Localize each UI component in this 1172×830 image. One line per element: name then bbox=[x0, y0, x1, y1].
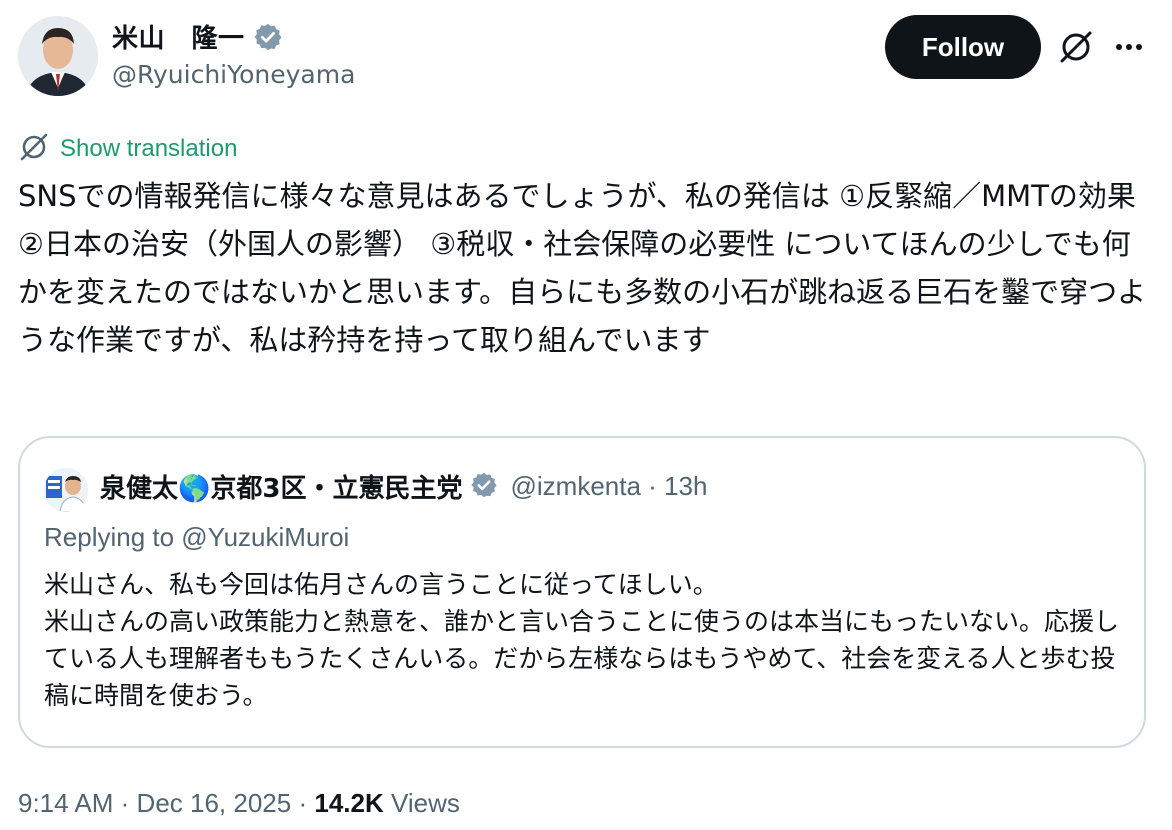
replying-to[interactable]: Replying to @YuzukiMuroi bbox=[44, 522, 349, 553]
author-display-name[interactable]: 米山 隆一 bbox=[112, 18, 245, 55]
views-count: 14.2K bbox=[314, 788, 384, 818]
grok-icon[interactable] bbox=[1057, 28, 1095, 66]
meta-separator-2: · bbox=[298, 788, 308, 818]
quoted-tweet-text: 米山さん、私も今回は佑月さんの言うことに従ってほしい。 米山さんの高い政策能力と… bbox=[44, 570, 1120, 710]
quoted-timestamp[interactable]: 13h bbox=[664, 471, 707, 501]
show-translation[interactable]: Show translation bbox=[18, 131, 237, 167]
views-label: Views bbox=[390, 788, 460, 818]
tweet-time[interactable]: 9:14 AM bbox=[18, 788, 113, 818]
tweet-meta: 9:14 AM · Dec 16, 2025 · 14.2K Views bbox=[18, 788, 460, 819]
quoted-author-avatar bbox=[44, 468, 88, 512]
follow-button[interactable]: Follow bbox=[885, 15, 1041, 79]
quoted-author-name-part2[interactable]: 京都3区・立憲民主党 bbox=[210, 474, 462, 504]
verified-badge-icon[interactable] bbox=[253, 22, 283, 52]
quoted-tweet[interactable]: 泉健太🌎京都3区・立憲民主党 @izmkenta · 13h Replying … bbox=[18, 436, 1146, 748]
tweet-text: SNSでの情報発信に様々な意見はあるでしょうが、私の発信は ①反緊縮／MMTの効… bbox=[18, 179, 1147, 357]
quoted-verified-badge-icon bbox=[470, 471, 498, 503]
show-translation-link[interactable]: Show translation bbox=[60, 135, 237, 163]
author-handle[interactable]: @RyuichiYoneyama bbox=[112, 60, 355, 89]
quoted-author-handle[interactable]: @izmkenta bbox=[510, 471, 640, 501]
author-avatar[interactable] bbox=[18, 16, 98, 96]
quoted-author-name: 泉健太🌎京都3区・立憲民主党 bbox=[100, 468, 462, 505]
tweet-date[interactable]: Dec 16, 2025 bbox=[137, 788, 292, 818]
quoted-separator: · bbox=[648, 471, 657, 501]
globe-emoji-icon: 🌎 bbox=[178, 474, 211, 504]
more-icon[interactable] bbox=[1110, 30, 1148, 64]
translate-icon bbox=[18, 131, 50, 167]
meta-separator: · bbox=[120, 788, 130, 818]
quoted-author-name-part1[interactable]: 泉健太 bbox=[100, 474, 178, 504]
